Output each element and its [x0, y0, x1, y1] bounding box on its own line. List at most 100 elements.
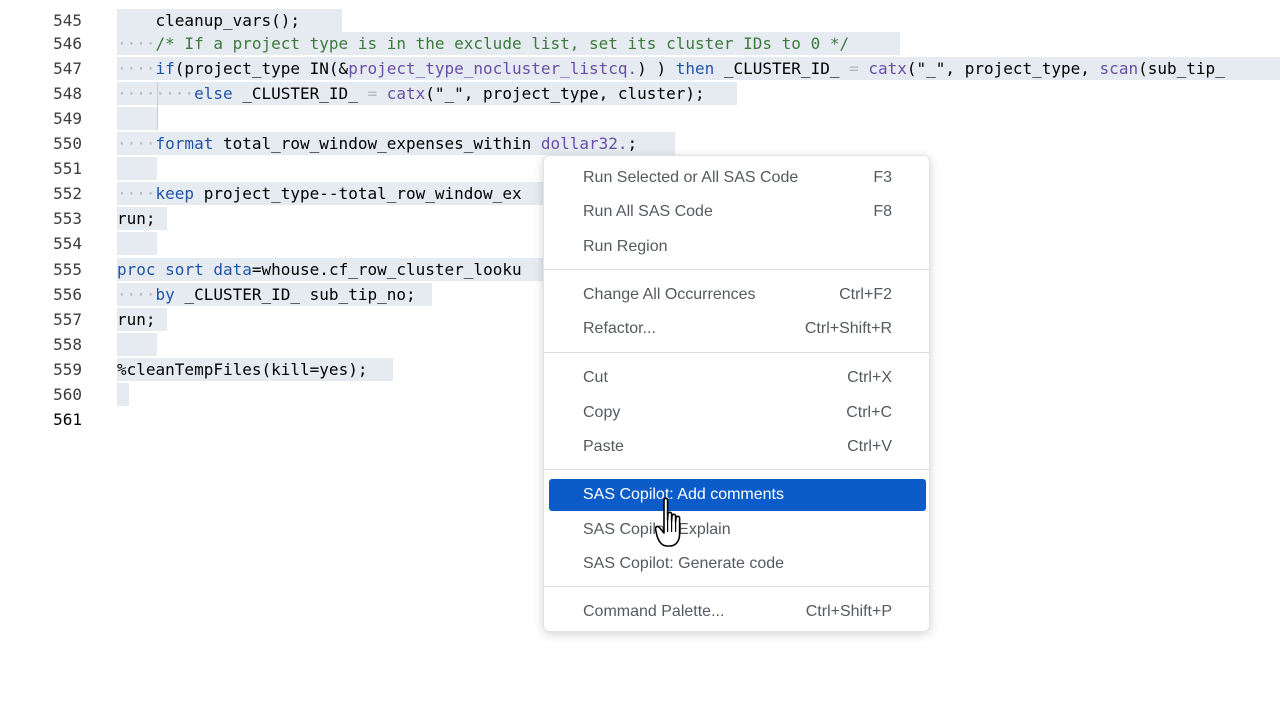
- menu-item-shortcut: Ctrl+Shift+P: [805, 603, 892, 620]
- code-text: ····keep project_type--total_row_window_…: [117, 181, 522, 206]
- code-text: ····if(project_type IN(&project_type_noc…: [117, 56, 1225, 81]
- menu-item-shortcut: Ctrl+V: [847, 438, 892, 455]
- menu-separator: [544, 586, 929, 587]
- menu-item-run-region[interactable]: Run Region: [549, 231, 926, 263]
- code-token: data: [213, 260, 252, 279]
- line-number: 550: [53, 134, 82, 153]
- code-text: ····by _CLUSTER_ID_ sub_tip_no;: [117, 282, 416, 307]
- menu-item-cut[interactable]: Cut Ctrl+X: [549, 362, 926, 394]
- line-number: 546: [53, 34, 82, 53]
- menu-separator: [544, 352, 929, 353]
- code-token: cleanup_vars();: [117, 11, 301, 30]
- code-line[interactable]: 545 cleanup_vars();: [0, 8, 1280, 33]
- code-token: catx: [868, 59, 907, 78]
- line-number: 552: [53, 184, 82, 203]
- code-token: ····: [117, 285, 156, 304]
- code-token: ("_", project_type,: [906, 59, 1100, 78]
- menu-item-label: Run Region: [583, 238, 668, 255]
- code-token: ····: [117, 134, 156, 153]
- code-token: sort: [165, 260, 204, 279]
- code-token: project_type--total_row_window_ex: [194, 184, 522, 203]
- code-token: (project_type: [174, 59, 310, 78]
- code-token: keep: [155, 184, 195, 203]
- menu-item-shortcut: Ctrl+Shift+R: [804, 320, 892, 337]
- menu-item-label: Command Palette...: [583, 603, 725, 620]
- code-token: /* If a project type is in the exclude l…: [155, 34, 850, 53]
- menu-item-label: Change All Occurrences: [583, 286, 756, 303]
- code-token: project_type_nocluster_listcq.: [348, 59, 638, 78]
- line-number: 561: [53, 410, 82, 429]
- indent-guide: [157, 82, 158, 130]
- code-token: %cleanTempFiles: [117, 360, 262, 379]
- selection-highlight: [117, 333, 157, 356]
- line-number: 551: [53, 159, 82, 178]
- code-token: (kill=yes);: [261, 360, 368, 379]
- code-text: ····/* If a project type is in the exclu…: [117, 31, 849, 56]
- line-number: 554: [53, 234, 82, 253]
- menu-item-shortcut: F3: [873, 169, 892, 186]
- selection-highlight: [117, 157, 157, 180]
- code-token: ····: [117, 84, 156, 103]
- menu-item-command-palette[interactable]: Command Palette... Ctrl+Shift+P: [549, 596, 926, 628]
- code-token: total_row_window_expenses_within: [213, 134, 541, 153]
- menu-item-copilot-explain[interactable]: SAS Copilot: Explain: [549, 514, 926, 546]
- code-token: =whouse.cf_row_cluster_looku: [251, 260, 522, 279]
- menu-item-copilot-generate-code[interactable]: SAS Copilot: Generate code: [549, 548, 926, 580]
- code-token: ····: [117, 34, 156, 53]
- code-text: proc sort data=whouse.cf_row_cluster_loo…: [117, 257, 522, 282]
- code-token: ) ): [637, 59, 676, 78]
- code-token: ····: [117, 59, 156, 78]
- code-token: dollar32.: [540, 134, 628, 153]
- code-token: ····: [155, 84, 195, 103]
- code-token: if: [155, 59, 175, 78]
- menu-item-paste[interactable]: Paste Ctrl+V: [549, 431, 926, 463]
- code-text: [117, 106, 156, 131]
- menu-item-refactor[interactable]: Refactor... Ctrl+Shift+R: [549, 313, 926, 345]
- line-number: 545: [53, 11, 82, 30]
- code-token: proc: [117, 260, 156, 279]
- code-line[interactable]: 546 ····/* If a project type is in the ex…: [0, 31, 1280, 56]
- menu-item-copilot-add-comments[interactable]: SAS Copilot: Add comments: [549, 479, 926, 511]
- code-line[interactable]: 549: [0, 106, 1280, 131]
- code-line[interactable]: 550 ····format total_row_window_expenses_…: [0, 131, 1280, 156]
- menu-item-run-all[interactable]: Run All SAS Code F8: [549, 196, 926, 228]
- line-number: 558: [53, 335, 82, 354]
- code-text: ········else _CLUSTER_ID_ = catx("_", pr…: [117, 81, 705, 106]
- code-token: scan: [1099, 59, 1139, 78]
- code-token: ····: [117, 184, 156, 203]
- menu-item-change-all-occurrences[interactable]: Change All Occurrences Ctrl+F2: [549, 279, 926, 311]
- menu-item-copy[interactable]: Copy Ctrl+C: [549, 397, 926, 429]
- code-token: catx: [386, 84, 426, 103]
- menu-item-run-selected[interactable]: Run Selected or All SAS Code F3: [549, 162, 926, 194]
- code-token: format: [155, 134, 214, 153]
- code-token: _CLUSTER_ID_: [232, 84, 368, 103]
- code-token: =: [849, 59, 869, 78]
- code-token: ;: [627, 134, 638, 153]
- hand-pointer-icon: [655, 497, 681, 547]
- code-token: =: [367, 84, 387, 103]
- menu-item-shortcut: Ctrl+X: [847, 369, 892, 386]
- code-token: IN: [309, 59, 329, 78]
- code-text: run;: [117, 206, 156, 231]
- line-number: 559: [53, 360, 82, 379]
- code-token: then: [675, 59, 715, 78]
- line-number: 557: [53, 310, 82, 329]
- menu-item-label: Run Selected or All SAS Code: [583, 169, 799, 186]
- context-menu: Run Selected or All SAS Code F3 Run All SA…: [543, 155, 930, 632]
- menu-item-shortcut: Ctrl+C: [846, 404, 892, 421]
- menu-item-label: Copy: [583, 404, 621, 421]
- code-text: cleanup_vars();: [117, 8, 301, 33]
- menu-item-shortcut: Ctrl+F2: [839, 286, 892, 303]
- line-number: 556: [53, 285, 82, 304]
- code-line[interactable]: 547 ····if(project_type IN(&project_type_…: [0, 56, 1280, 81]
- line-number: 548: [53, 84, 82, 103]
- menu-separator: [544, 269, 929, 270]
- code-line[interactable]: 548 ········else _CLUSTER_ID_ = catx("_",…: [0, 81, 1280, 106]
- code-text: ····format total_row_window_expenses_wit…: [117, 131, 637, 156]
- code-token: else: [194, 84, 233, 103]
- code-text: %cleanTempFiles(kill=yes);: [117, 357, 367, 382]
- code-token: (sub_tip_: [1138, 59, 1225, 78]
